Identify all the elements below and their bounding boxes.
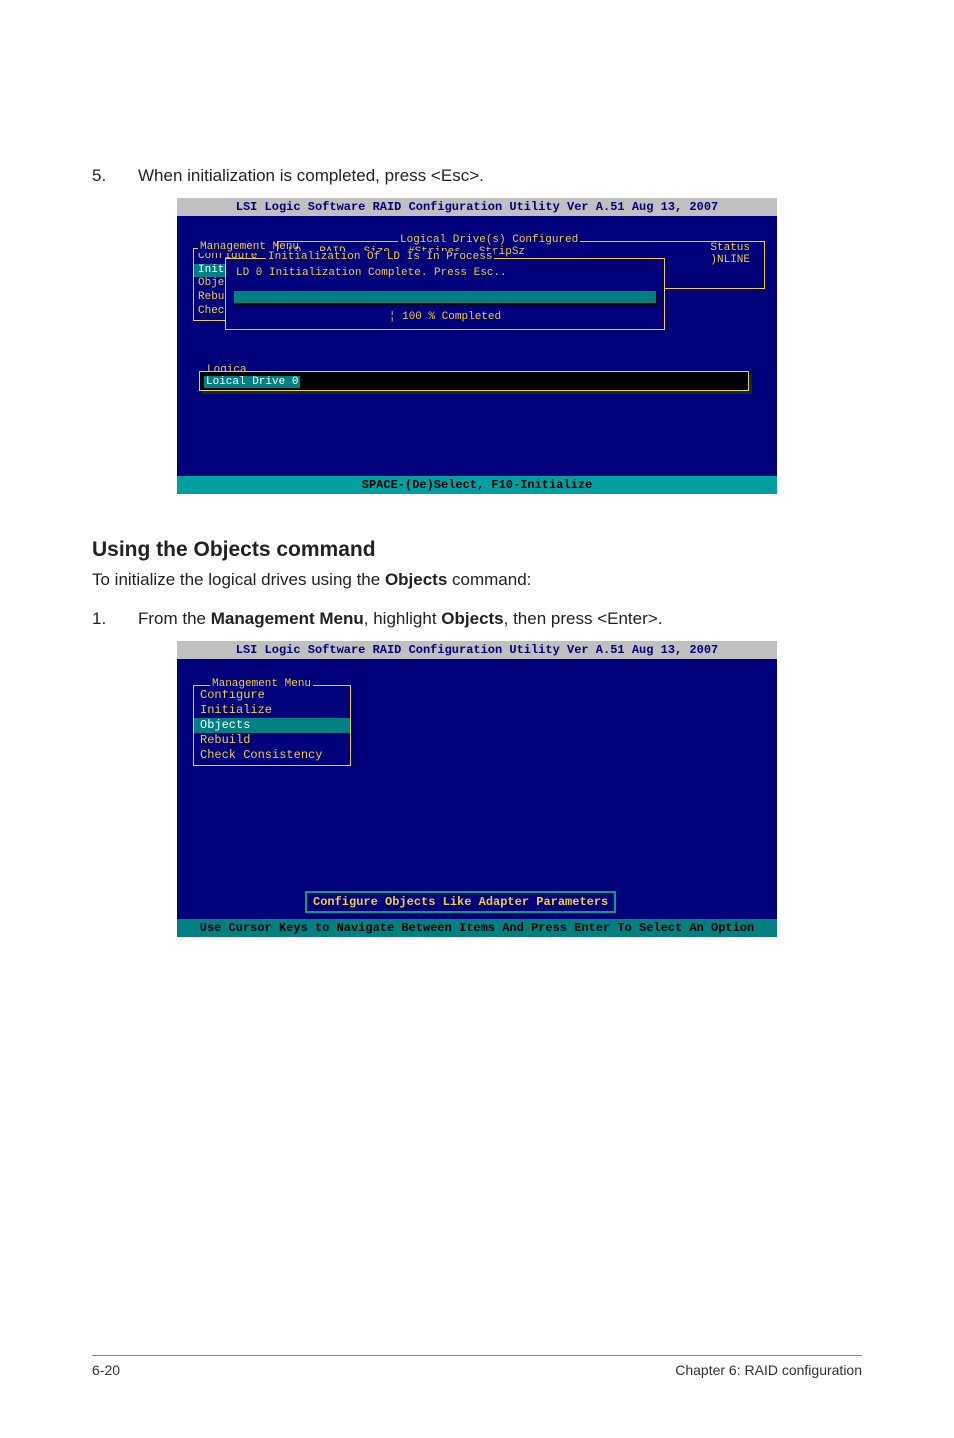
step5-after: . [479, 166, 484, 185]
para-after: command: [447, 570, 531, 589]
terminal-objects-menu: LSI Logic Software RAID Configuration Ut… [177, 641, 777, 937]
s1-t1: From the [138, 609, 211, 628]
page-footer: 6-20 Chapter 6: RAID configuration [92, 1355, 862, 1378]
progress-bar [234, 291, 656, 303]
status-column: Status )NLINE [710, 242, 750, 266]
step5-before: When initialization is completed, press [138, 166, 431, 185]
section-intro: To initialize the logical drives using t… [92, 568, 862, 592]
init-title: Initialization Of LD Is In Process [266, 251, 494, 263]
initialization-panel: Initialization Of LD Is In Process LD 0 … [225, 258, 665, 330]
menu2-configure[interactable]: Configure [194, 688, 350, 703]
menu2-rebuild[interactable]: Rebuild [194, 733, 350, 748]
terminal2-footer: Use Cursor Keys to Navigate Between Item… [177, 919, 777, 937]
logical-drives-title: Logical Drive(s) Configured [398, 234, 580, 246]
menu2-initialize[interactable]: Initialize [194, 703, 350, 718]
s1-b1: Management Menu [211, 609, 364, 628]
section-heading: Using the Objects command [92, 538, 862, 562]
para-before: To initialize the logical drives using t… [92, 570, 385, 589]
management-menu-2-title: Management Menu [210, 678, 313, 690]
s1-t3: , then press [504, 609, 598, 628]
step5-number: 5. [92, 165, 110, 188]
s1-b2: Objects [441, 609, 503, 628]
hint-box: Configure Objects Like Adapter Parameter… [305, 891, 616, 913]
terminal-init-complete: LSI Logic Software RAID Configuration Ut… [177, 198, 777, 494]
s1-t4: . [658, 609, 663, 628]
chapter-title: Chapter 6: RAID configuration [675, 1362, 862, 1378]
status-header: Status [710, 242, 750, 254]
menu2-check-consistency[interactable]: Check Consistency [194, 748, 350, 763]
terminal2-title: LSI Logic Software RAID Configuration Ut… [177, 641, 777, 659]
para-bold: Objects [385, 570, 447, 589]
step1-number: 1. [92, 608, 110, 631]
logical-drive-list: Loical Drive 0 [199, 371, 749, 391]
management-menu-2: Management Menu Configure Initialize Obj… [193, 685, 351, 766]
s1-key: <Enter> [597, 609, 658, 628]
step1-text: From the Management Menu, highlight Obje… [138, 608, 862, 631]
page-number: 6-20 [92, 1362, 120, 1378]
status-value: )NLINE [710, 254, 750, 266]
progress-label: ¦ 100 % Completed [232, 307, 658, 323]
step5-key: <Esc> [431, 166, 479, 185]
terminal1-footer: SPACE-(De)Select, F10-Initialize [177, 476, 777, 494]
init-message: LD 0 Initialization Complete. Press Esc.… [232, 263, 658, 287]
logical-drive-0[interactable]: Loical Drive 0 [204, 376, 300, 388]
s1-t2: , highlight [364, 609, 442, 628]
menu2-objects[interactable]: Objects [194, 718, 350, 733]
terminal1-title: LSI Logic Software RAID Configuration Ut… [177, 198, 777, 216]
step5-text: When initialization is completed, press … [138, 165, 862, 188]
